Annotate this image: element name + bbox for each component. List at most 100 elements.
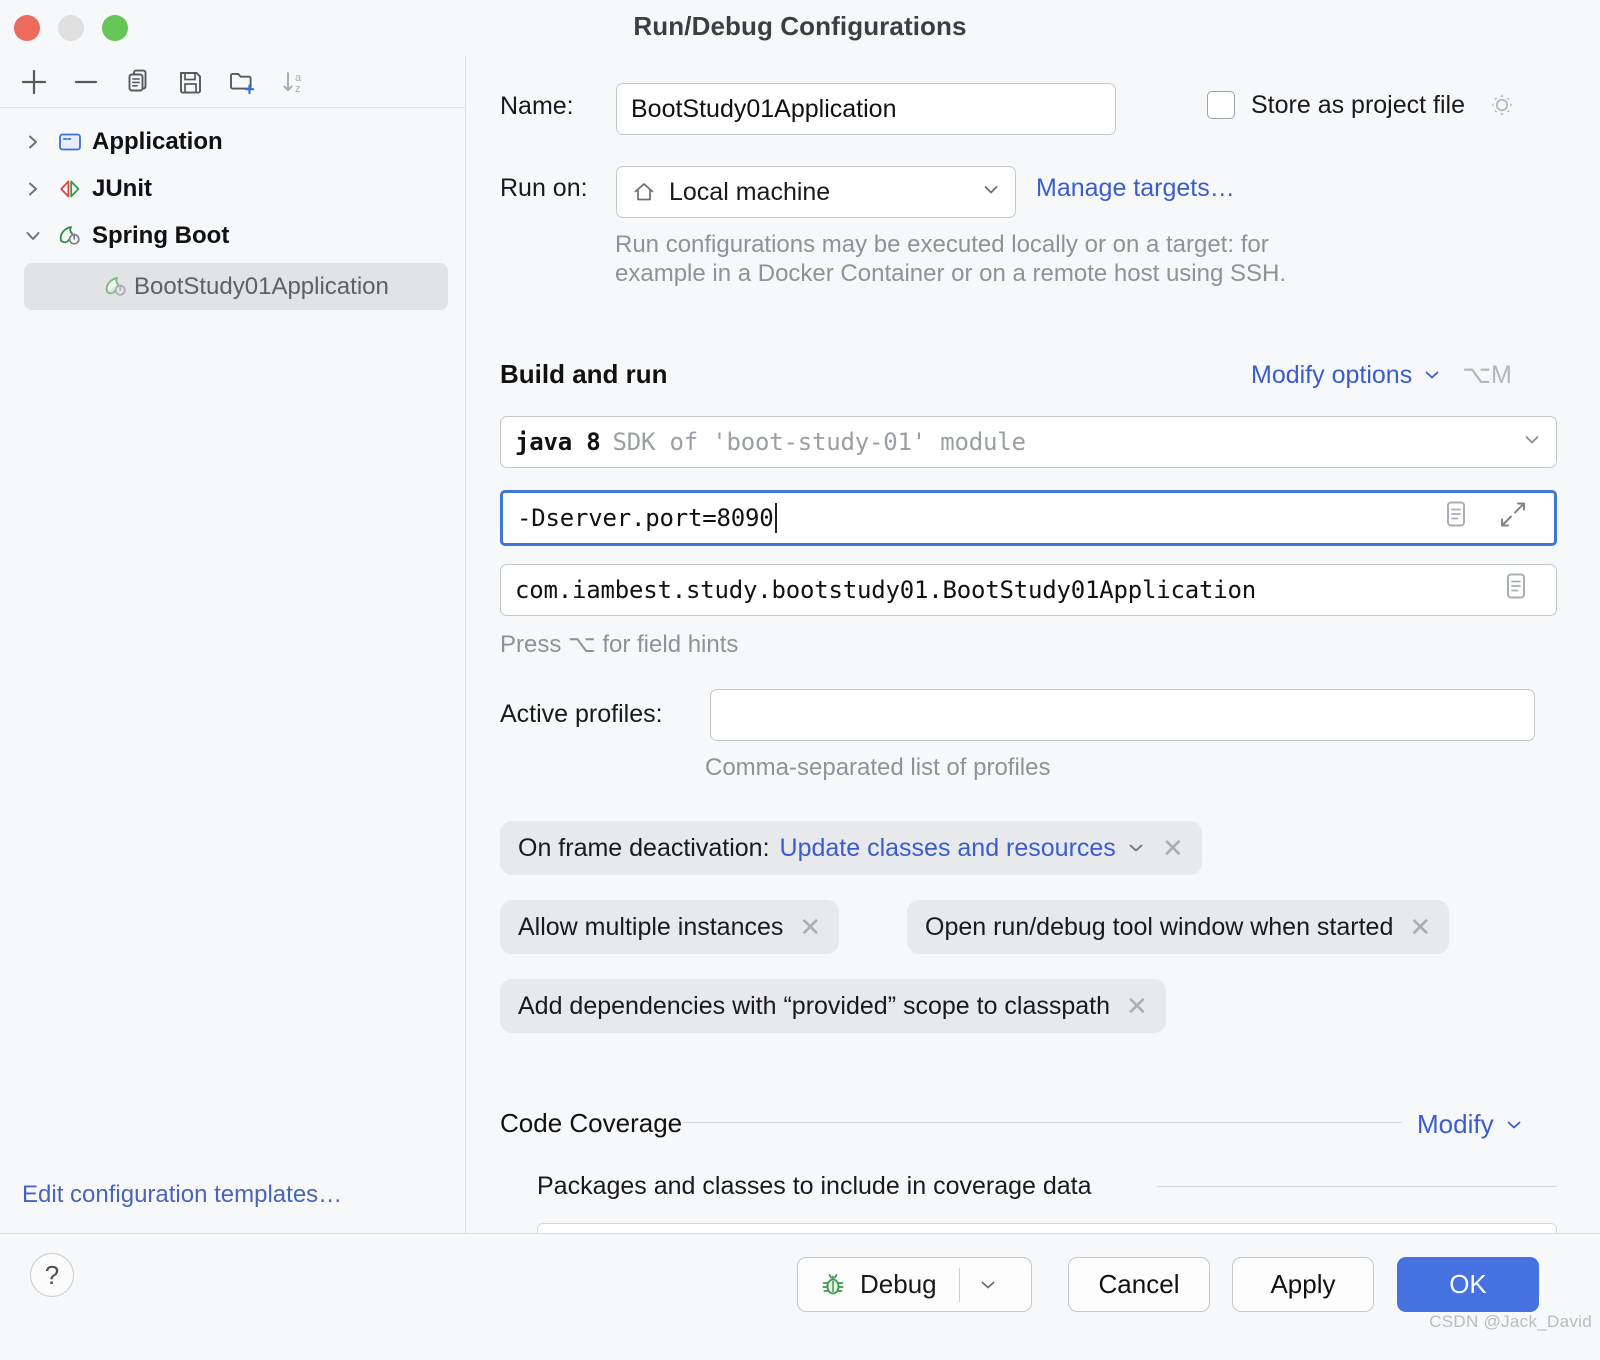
chip-open-run-debug-tool-window[interactable]: Open run/debug tool window when started … [907, 900, 1450, 954]
ok-button[interactable]: OK [1397, 1257, 1539, 1312]
help-button[interactable]: ? [30, 1253, 74, 1297]
bug-icon [818, 1270, 848, 1300]
name-input-value: BootStudy01Application [631, 94, 897, 123]
chevron-down-icon[interactable] [1504, 1115, 1524, 1135]
chip-label: Open run/debug tool window when started [925, 912, 1394, 941]
coverage-packages-title: Packages and classes to include in cover… [537, 1172, 1092, 1200]
expand-diagonal-icon[interactable] [1498, 500, 1528, 537]
code-coverage-modify-link[interactable]: Modify [1417, 1109, 1494, 1140]
code-coverage-title: Code Coverage [500, 1108, 683, 1138]
build-and-run-title: Build and run [500, 359, 668, 389]
chevron-down-icon[interactable] [1126, 838, 1146, 858]
sidebar-item-spring-boot[interactable]: Spring Boot [0, 212, 466, 259]
spring-boot-icon [52, 221, 88, 251]
window-title: Run/Debug Configurations [633, 11, 967, 41]
sidebar-item-label: Spring Boot [92, 221, 230, 249]
name-label: Name: [500, 92, 574, 120]
jre-value-description: SDK of 'boot-study-01' module [612, 428, 1026, 456]
debug-dropdown-arrow[interactable] [960, 1258, 1016, 1311]
chip-label: Add dependencies with “provided” scope t… [518, 991, 1111, 1020]
jre-combobox[interactable]: java 8 SDK of 'boot-study-01' module [500, 416, 1557, 468]
run-on-value: Local machine [669, 177, 831, 206]
manage-targets-link[interactable]: Manage targets… [1036, 174, 1235, 203]
chip-remove-icon[interactable]: ✕ [1126, 993, 1148, 1019]
active-profiles-input[interactable] [710, 689, 1535, 741]
chevron-down-icon[interactable] [1522, 428, 1542, 457]
active-profiles-label: Active profiles: [500, 700, 663, 728]
run-on-row: Run on: [500, 174, 588, 203]
chevron-right-icon[interactable] [24, 133, 52, 151]
modify-options-shortcut: ⌥M [1462, 361, 1512, 389]
remove-icon[interactable] [60, 60, 112, 104]
field-hints-text: Press ⌥ for field hints [500, 631, 739, 658]
home-icon [631, 179, 657, 205]
chip-allow-multiple-instances[interactable]: Allow multiple instances ✕ [500, 900, 840, 954]
copy-icon[interactable] [112, 60, 164, 104]
debug-button-label: Debug [860, 1269, 937, 1299]
sidebar-item-label: JUnit [92, 174, 152, 202]
configurations-sidebar: a z Application JUnit Spring Boot BootSt… [0, 56, 466, 1233]
main-class-value: com.iambest.study.bootstudy01.BootStudy0… [515, 576, 1256, 604]
chevron-down-icon[interactable] [24, 227, 52, 245]
save-icon[interactable] [164, 60, 216, 104]
chevron-down-icon[interactable] [981, 178, 1001, 207]
sidebar-toolbar: a z [0, 56, 466, 108]
sidebar-item-junit[interactable]: JUnit [0, 165, 466, 212]
chip-add-provided-dependencies[interactable]: Add dependencies with “provided” scope t… [500, 979, 1166, 1033]
vm-options-value: -Dserver.port=8090 [517, 504, 774, 532]
coverage-packages-divider [1157, 1186, 1557, 1187]
chip-remove-icon[interactable]: ✕ [799, 914, 821, 940]
apply-button[interactable]: Apply [1232, 1257, 1374, 1312]
jre-value: java 8 [515, 428, 601, 456]
modify-options-link[interactable]: Modify options [1251, 361, 1412, 390]
code-coverage-modify-group: Modify [1417, 1109, 1524, 1140]
name-input[interactable]: BootStudy01Application [616, 83, 1116, 135]
store-as-project-file-row[interactable]: Store as project file [1207, 90, 1517, 120]
add-icon[interactable] [8, 60, 60, 104]
chevron-right-icon[interactable] [24, 180, 52, 198]
sort-alphabetically-icon[interactable]: a z [268, 60, 320, 104]
watermark: CSDN @Jack_David [1429, 1312, 1592, 1331]
junit-icon [52, 175, 88, 203]
modify-options-group: Modify options ⌥M [1251, 360, 1512, 390]
sidebar-item-application[interactable]: Application [0, 118, 466, 165]
run-debug-configurations-dialog: Run/Debug Configurations a z Application… [0, 0, 1600, 1360]
store-as-project-file-checkbox[interactable] [1207, 91, 1235, 119]
code-coverage-divider [682, 1122, 1402, 1123]
configurations-tree: Application JUnit Spring Boot BootStudy0… [0, 108, 466, 310]
debug-button-main[interactable]: Debug [798, 1258, 959, 1311]
chevron-down-icon[interactable] [1422, 365, 1442, 385]
text-caret [774, 503, 777, 533]
vm-options-input[interactable]: -Dserver.port=8090 [500, 490, 1557, 546]
edit-configuration-templates-link[interactable]: Edit configuration templates… [22, 1181, 342, 1209]
sidebar-item-label: BootStudy01Application [134, 272, 389, 300]
cancel-button[interactable]: Cancel [1068, 1257, 1210, 1312]
manage-targets-row: Manage targets… [1036, 174, 1235, 203]
application-icon [52, 128, 88, 156]
run-on-label: Run on: [500, 174, 588, 202]
coverage-packages-table[interactable] [537, 1223, 1557, 1233]
sidebar-item-label: Application [92, 127, 223, 155]
chip-remove-icon[interactable]: ✕ [1162, 835, 1184, 861]
spring-boot-icon [98, 272, 134, 302]
debug-button[interactable]: Debug [797, 1257, 1032, 1312]
chip-label: Allow multiple instances [518, 912, 784, 941]
new-folder-icon[interactable] [216, 60, 268, 104]
expand-editor-icon[interactable] [1440, 498, 1470, 539]
configuration-editor-panel: Name: BootStudy01Application Store as pr… [467, 56, 1600, 1233]
main-class-input[interactable]: com.iambest.study.bootstudy01.BootStudy0… [500, 564, 1557, 616]
active-profiles-hint: Comma-separated list of profiles [705, 754, 1051, 781]
chip-value[interactable]: Update classes and resources [780, 834, 1116, 863]
chip-on-frame-deactivation[interactable]: On frame deactivation: Update classes an… [500, 821, 1202, 875]
sidebar-item-bootstudy01application[interactable]: BootStudy01Application [24, 263, 448, 310]
chip-remove-icon[interactable]: ✕ [1409, 914, 1431, 940]
chip-label: On frame deactivation: [518, 833, 770, 862]
store-as-project-file-label: Store as project file [1251, 90, 1465, 119]
run-on-description-line-2: example in a Docker Container or on a re… [615, 260, 1287, 288]
run-on-combobox[interactable]: Local machine [616, 166, 1016, 218]
gear-icon[interactable] [1487, 90, 1517, 120]
name-row: Name: [500, 92, 574, 121]
svg-text:z: z [295, 83, 301, 95]
expand-editor-icon[interactable] [1500, 570, 1530, 611]
window-titlebar: Run/Debug Configurations [0, 0, 1600, 56]
